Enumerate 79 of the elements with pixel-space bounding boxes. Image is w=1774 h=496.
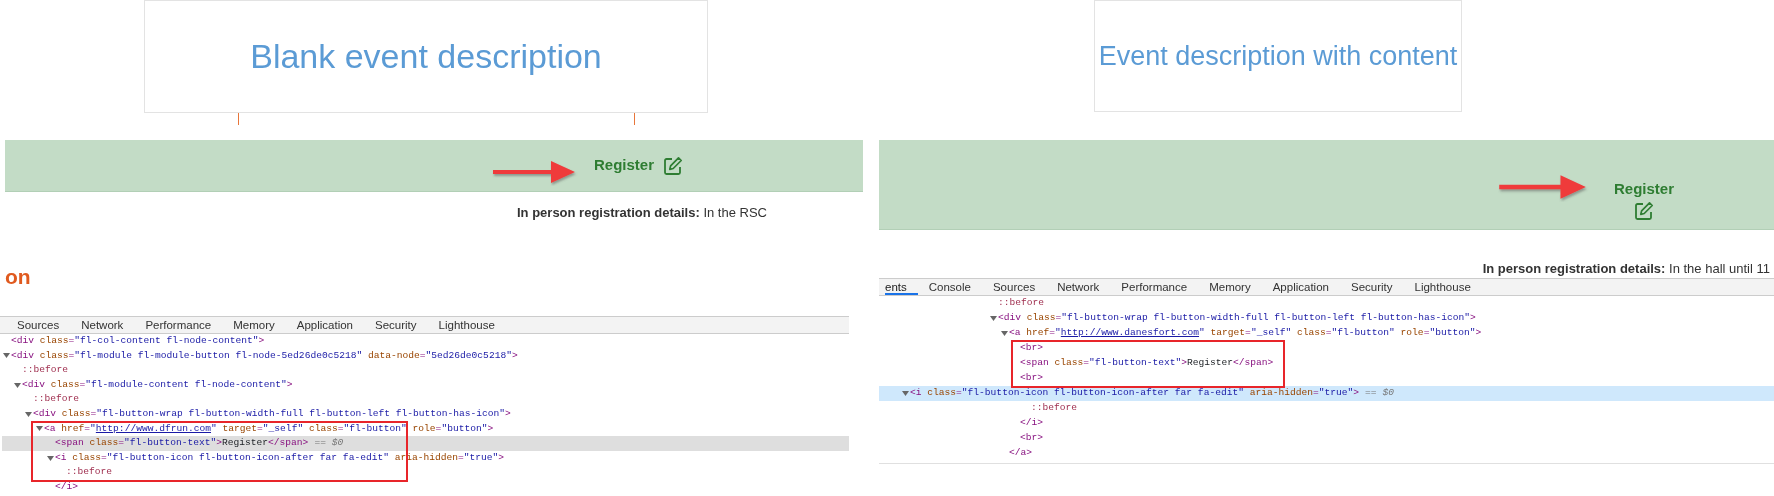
disclosure-triangle-icon[interactable] <box>989 314 998 324</box>
code-line: ::before <box>22 363 69 378</box>
code-line: ::before <box>33 392 80 407</box>
tree-row[interactable]: ::before <box>2 392 849 407</box>
tree-row[interactable]: <br> <box>989 371 1774 387</box>
tree-row[interactable]: <div class="fl-module fl-module-button fl-node-5ed26de0c5218" data-node="5ed26de0c5218"> <box>2 348 849 364</box>
devtools-tab[interactable]: Application <box>1261 279 1340 296</box>
devtools-tab[interactable]: Console <box>917 279 982 296</box>
tree-row[interactable]: </a> <box>989 446 1774 462</box>
devtools-tab[interactable]: Sources <box>981 279 1047 296</box>
devtools-tab[interactable]: Lighthouse <box>1403 279 1482 296</box>
disclosure-triangle-icon[interactable] <box>24 409 33 419</box>
devtools-tab[interactable]: Performance <box>134 317 223 333</box>
link[interactable]: http://www.danesfort.com <box>1060 327 1200 339</box>
tree-row[interactable]: </i> <box>989 416 1774 432</box>
devtools-tab[interactable]: Memory <box>1198 279 1262 296</box>
section-heading: on <box>5 264 32 290</box>
code-line: <i class="fl-button-icon fl-button-icon-after far fa-edit" aria-hidden="true"> <box>910 386 1360 401</box>
devtools-tab[interactable]: Security <box>1339 279 1404 296</box>
disclosure-triangle-icon[interactable] <box>13 380 22 390</box>
edit-icon <box>1634 201 1654 222</box>
code-line: </i> <box>1020 416 1044 431</box>
code-line: <div class="fl-module fl-module-button fl-node-5ed26de0c5218" data-node="5ed26de0c5218"> <box>11 348 518 363</box>
code-line: <span class="fl-button-text">Register</span> <box>1020 356 1274 371</box>
code-line: <div class="fl-col-content fl-node-content"> <box>11 334 265 349</box>
tree-row[interactable]: ::before <box>989 296 1774 312</box>
devtools-tab[interactable]: Network <box>1046 279 1111 296</box>
devtools-tab[interactable]: Application <box>285 317 364 333</box>
selected-node-marker: == $0 <box>1365 386 1394 401</box>
tree-row[interactable]: <br> <box>989 341 1774 357</box>
disclosure-triangle-icon[interactable] <box>2 351 11 361</box>
code-line: ::before <box>998 296 1045 311</box>
code-line: <br> <box>1020 431 1044 446</box>
disclosure-triangle-icon[interactable] <box>901 389 910 399</box>
code-line: <a href="http://www.dfrun.com" target="_self" class="fl-button" role="button"> <box>44 421 494 436</box>
registration-details: In person registration details: In the RSC <box>517 204 768 222</box>
code-line: <span class="fl-button-text">Register</span> <box>55 436 309 451</box>
selected-node-marker: == $0 <box>314 436 344 451</box>
devtools-tab[interactable]: ents <box>885 279 918 296</box>
tree-row[interactable]: <div class="fl-button-wrap fl-button-width-full fl-button-left fl-button-has-icon"> <box>989 311 1774 327</box>
code-line: <div class="fl-button-wrap fl-button-width-full fl-button-left fl-button-has-icon"> <box>998 311 1476 326</box>
tree-row[interactable]: <span class="fl-button-text">Register</span> <box>989 356 1774 372</box>
devtools-tab[interactable]: Network <box>70 317 135 333</box>
tree-row[interactable]: <i class="fl-button-icon fl-button-icon-after far fa-edit" aria-hidden="true"> == $0 <box>879 386 1774 402</box>
devtools-tab[interactable]: Memory <box>222 317 286 333</box>
code-line: <a href="http://www.danesfort.com" target="_self" class="fl-button" role="button"> <box>1009 326 1482 341</box>
devtools-tab[interactable]: Security <box>364 317 428 333</box>
tree-row[interactable]: <div class="fl-module-content fl-node-content"> <box>2 377 849 393</box>
tree-row[interactable]: <span class="fl-button-text">Register</span> == $0 <box>2 436 849 451</box>
tree-row[interactable]: <a href="http://www.danesfort.com" target="_self" class="fl-button" role="button"> <box>989 326 1774 342</box>
devtools-tab[interactable]: Lighthouse <box>427 317 506 333</box>
tree-row[interactable]: <div class="fl-button-wrap fl-button-width-full fl-button-left fl-button-has-icon"> <box>2 406 849 422</box>
code-line: <br> <box>1020 371 1044 386</box>
registration-details: In person registration details: In the hall until 11 <box>1482 260 1770 279</box>
code-line: <br> <box>1020 341 1044 356</box>
code-line: </a> <box>1009 446 1033 461</box>
register-button[interactable]: Register <box>1614 177 1675 222</box>
code-line: ::before <box>66 465 113 480</box>
tree-row[interactable]: ::before <box>989 401 1774 417</box>
tree-row[interactable]: <br> <box>989 431 1774 447</box>
devtools-tab[interactable]: Performance <box>1110 279 1199 296</box>
edit-icon <box>663 155 684 176</box>
tree-row[interactable]: </i> <box>2 479 849 495</box>
tree-row[interactable]: <div class="fl-col-content fl-node-content"> <box>2 334 849 349</box>
code-line: ::before <box>1031 401 1078 416</box>
tree-row[interactable]: ::before <box>2 363 849 378</box>
event-title: Blank event description <box>250 36 602 77</box>
devtools-tab[interactable]: Sources <box>6 317 71 333</box>
event-title: Event description with content <box>1098 39 1458 73</box>
code-line: <div class="fl-button-wrap fl-button-width-full fl-button-left fl-button-has-icon"> <box>33 407 511 422</box>
disclosure-triangle-icon[interactable] <box>1000 329 1009 339</box>
disclosure-triangle-icon[interactable] <box>35 424 44 434</box>
register-button[interactable]: Register <box>594 154 684 177</box>
code-line: <div class="fl-module-content fl-node-content"> <box>22 377 293 392</box>
tree-row[interactable]: ::before <box>2 465 849 480</box>
disclosure-triangle-icon[interactable] <box>46 453 55 463</box>
link[interactable]: http://www.dfrun.com <box>95 422 211 434</box>
tree-row[interactable]: <a href="http://www.dfrun.com" target="_self" class="fl-button" role="button"> <box>2 421 849 437</box>
code-line: </i> <box>55 480 79 495</box>
